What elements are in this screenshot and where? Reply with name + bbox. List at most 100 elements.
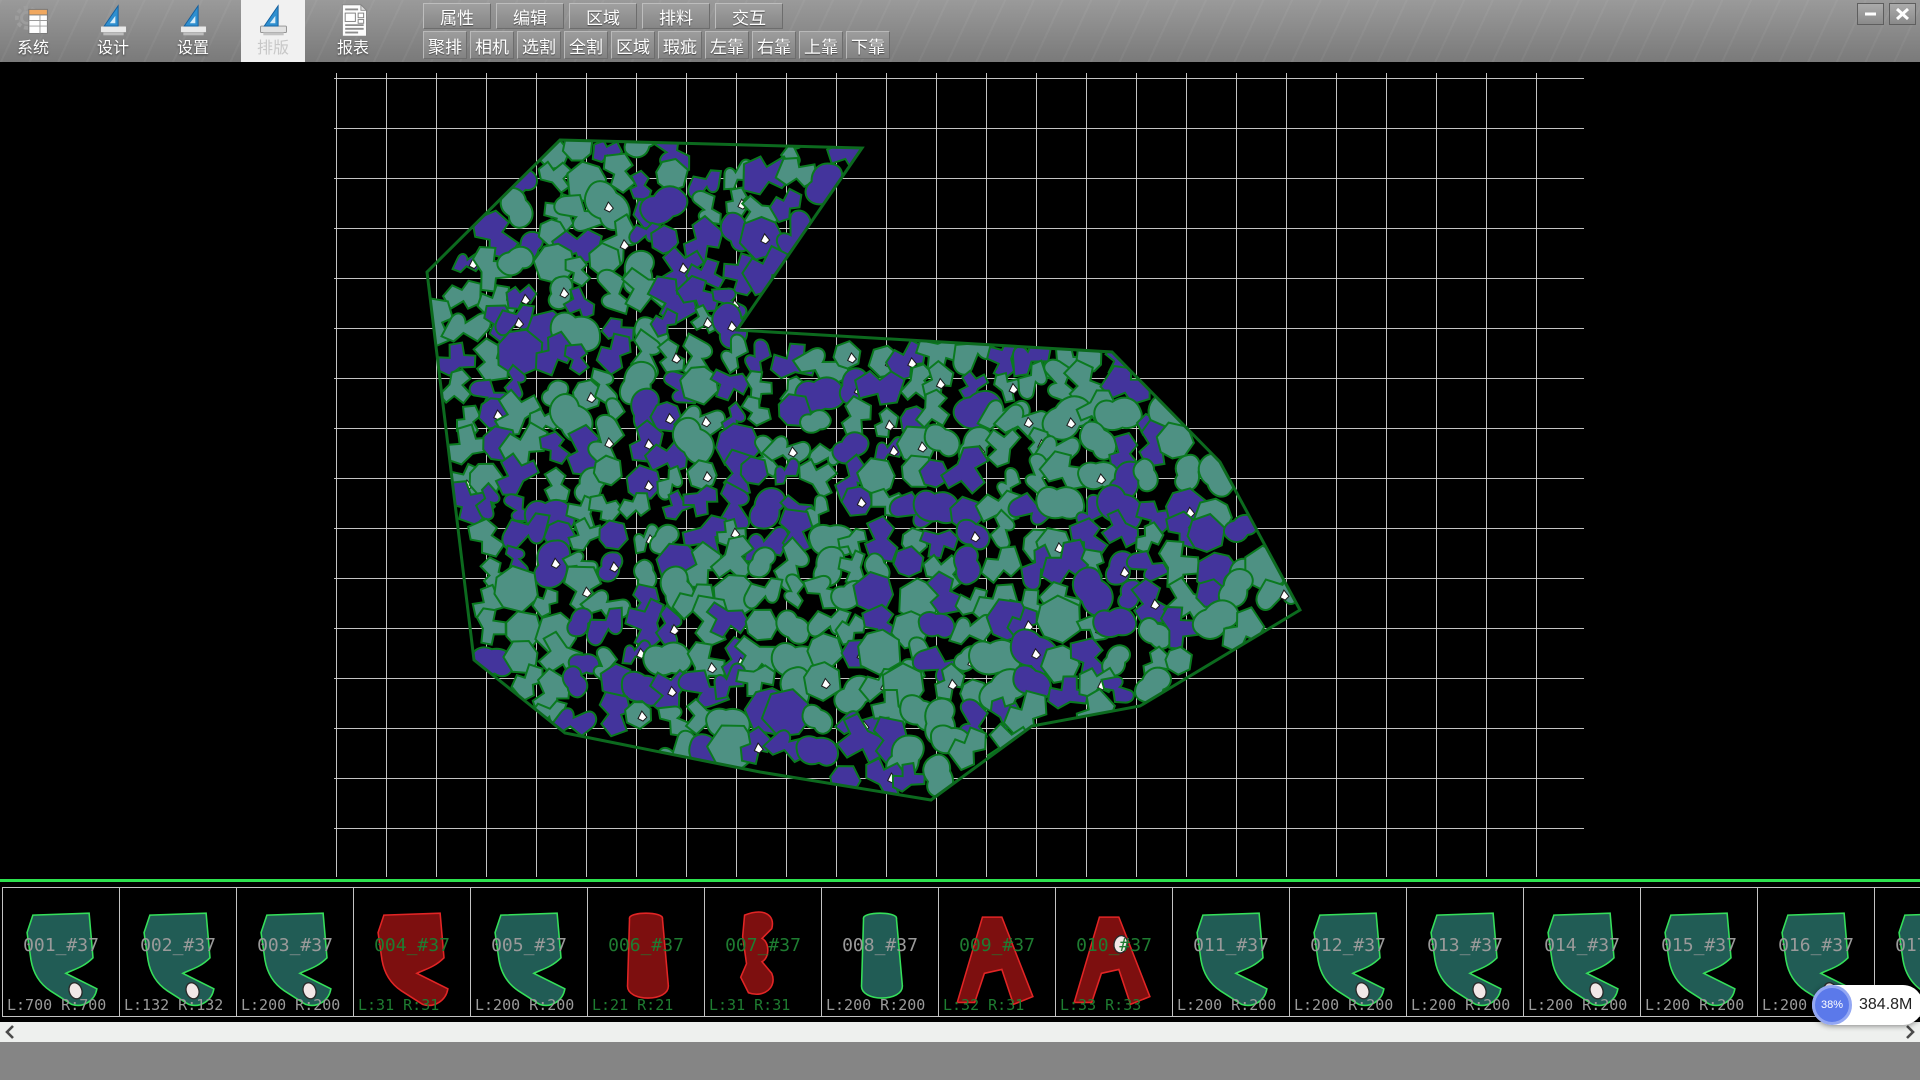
part-lr-count: L:33 R:33 <box>1060 996 1141 1014</box>
mode-button-label: 排版 <box>257 39 289 58</box>
gear-table-icon <box>15 2 52 39</box>
parts-strip: 001_#37L:700 R:700002_#37L:132 R:132003_… <box>0 879 1920 1022</box>
nesting-canvas[interactable] <box>0 62 1920 879</box>
mode-button-system[interactable]: 系统 <box>1 0 65 62</box>
mode-button-label: 系统 <box>17 39 49 58</box>
part-id-label: 016_#37 <box>1758 935 1874 956</box>
menu-tab-区域[interactable]: 区域 <box>569 3 637 29</box>
toolbar: 系统 设计 设置 <box>0 0 1920 62</box>
action-button-相机[interactable]: 相机 <box>470 31 514 59</box>
mode-button-label: 设置 <box>177 39 209 58</box>
part-thumbnail-009_#37[interactable]: 009_#37L:32 R:31 <box>938 887 1056 1017</box>
part-id-label: 010_#37 <box>1056 935 1172 956</box>
menu-tab-row: 属性编辑区域排料交互 <box>423 3 783 29</box>
recorder-overlay-badge[interactable]: 38% 384.8M <box>1812 985 1920 1025</box>
part-thumbnail-004_#37[interactable]: 004_#37 L:31 R:31 <box>353 887 471 1017</box>
part-lr-count: L:200 R:200 <box>1294 996 1393 1014</box>
part-thumbnail-001_#37[interactable]: 001_#37L:700 R:700 <box>2 887 120 1017</box>
window-controls <box>1857 3 1916 25</box>
part-id-label: 013_#37 <box>1407 935 1523 956</box>
set-square-icon <box>175 2 212 39</box>
nested-piece <box>740 392 772 428</box>
nested-piece <box>476 605 509 646</box>
action-button-选割[interactable]: 选割 <box>517 31 561 59</box>
part-lr-count: L:200 R:200 <box>1528 996 1627 1014</box>
part-lr-count: L:200 R:200 <box>475 996 574 1014</box>
part-lr-count: L:200 R:200 <box>1645 996 1744 1014</box>
part-thumbnail-006_#37[interactable]: 006_#37 L:21 R:21 <box>587 887 705 1017</box>
part-lr-count: L:200 R:200 <box>1411 996 1510 1014</box>
set-square-icon <box>95 2 132 39</box>
part-id-label: 014_#37 <box>1524 935 1640 956</box>
part-thumbnail-012_#37[interactable]: 012_#37 L:200 R:200 <box>1289 887 1407 1017</box>
action-button-区域[interactable]: 区域 <box>611 31 655 59</box>
part-id-label: 006_#37 <box>588 935 704 956</box>
nested-piece <box>680 482 724 521</box>
part-thumbnail-015_#37[interactable]: 015_#37 L:200 R:200 <box>1640 887 1758 1017</box>
close-icon <box>1896 8 1909 20</box>
nested-piece <box>1193 448 1241 502</box>
nested-piece <box>597 518 629 552</box>
horizontal-scrollbar[interactable] <box>0 1022 1920 1042</box>
nested-piece <box>643 642 692 676</box>
part-lr-count: L:21 R:21 <box>592 996 673 1014</box>
part-thumbnail-005_#37[interactable]: 005_#37 L:200 R:200 <box>470 887 588 1017</box>
part-id-label: 005_#37 <box>471 935 587 956</box>
report-icon <box>335 2 372 39</box>
nested-piece <box>826 761 864 800</box>
part-id-label: 001_#37 <box>3 935 119 956</box>
mode-button-settings[interactable]: 设置 <box>161 0 225 62</box>
part-id-label: 008_#37 <box>822 935 938 956</box>
part-lr-count: L:31 R:31 <box>358 996 439 1014</box>
hide-with-nested-pieces <box>0 62 1920 879</box>
part-thumbnail-014_#37[interactable]: 014_#37 L:200 R:200 <box>1523 887 1641 1017</box>
minimize-button[interactable] <box>1857 3 1884 25</box>
nested-piece <box>922 754 954 798</box>
mode-button-nesting[interactable]: 排版 <box>241 0 305 62</box>
minimize-icon <box>1864 9 1877 19</box>
part-id-label: 012_#37 <box>1290 935 1406 956</box>
part-id-label: 004_#37 <box>354 935 470 956</box>
part-thumbnail-003_#37[interactable]: 003_#37 L:200 R:200 <box>236 887 354 1017</box>
part-lr-count: L:31 R:31 <box>709 996 790 1014</box>
action-button-聚排[interactable]: 聚排 <box>423 31 467 59</box>
menu-tab-编辑[interactable]: 编辑 <box>496 3 564 29</box>
action-button-row: 聚排相机选割全割区域瑕疵左靠右靠上靠下靠 <box>423 31 890 59</box>
close-button[interactable] <box>1889 3 1916 25</box>
size-label: 384.8M <box>1859 996 1912 1014</box>
scroll-right-arrow-icon[interactable] <box>1901 1024 1917 1040</box>
action-button-下靠[interactable]: 下靠 <box>846 31 890 59</box>
action-button-右靠[interactable]: 右靠 <box>752 31 796 59</box>
action-button-瑕疵[interactable]: 瑕疵 <box>658 31 702 59</box>
part-lr-count: L:200 R:200 <box>1177 996 1276 1014</box>
nested-piece <box>539 465 574 504</box>
part-id-label: 015_#37 <box>1641 935 1757 956</box>
mode-button-label: 设计 <box>97 39 129 58</box>
mode-button-design[interactable]: 设计 <box>81 0 145 62</box>
menu-tab-属性[interactable]: 属性 <box>423 3 491 29</box>
nested-piece <box>1093 607 1137 637</box>
action-button-左靠[interactable]: 左靠 <box>705 31 749 59</box>
part-thumbnail-002_#37[interactable]: 002_#37L:132 R:132 <box>119 887 237 1017</box>
action-button-上靠[interactable]: 上靠 <box>799 31 843 59</box>
application-window: 系统 设计 设置 <box>0 0 1920 1080</box>
part-id-label: 007_#37 <box>705 935 821 956</box>
part-id-label: 003_#37 <box>237 935 353 956</box>
part-thumbnail-013_#37[interactable]: 013_#37 L:200 R:200 <box>1406 887 1524 1017</box>
part-thumbnail-007_#37[interactable]: 007_#37 L:31 R:31 <box>704 887 822 1017</box>
action-button-全割[interactable]: 全割 <box>564 31 608 59</box>
part-thumbnail-010_#37[interactable]: 010_#37 L:33 R:33 <box>1055 887 1173 1017</box>
part-thumbnail-008_#37[interactable]: 008_#37 L:200 R:200 <box>821 887 939 1017</box>
part-lr-count: L:200 R:200 <box>241 996 340 1014</box>
parts-list: 001_#37L:700 R:700002_#37L:132 R:132003_… <box>2 887 1920 1017</box>
menu-tab-交互[interactable]: 交互 <box>715 3 783 29</box>
mode-button-report[interactable]: 报表 <box>321 0 385 62</box>
scroll-left-arrow-icon[interactable] <box>3 1024 19 1040</box>
part-id-label: 017_#37 <box>1875 935 1920 956</box>
menu-tab-排料[interactable]: 排料 <box>642 3 710 29</box>
part-lr-count: L:200 R:200 <box>826 996 925 1014</box>
set-square-icon <box>255 2 292 39</box>
part-lr-count: L:132 R:132 <box>124 996 223 1014</box>
bottom-status-strip <box>0 1042 1920 1080</box>
part-thumbnail-011_#37[interactable]: 011_#37L:200 R:200 <box>1172 887 1290 1017</box>
